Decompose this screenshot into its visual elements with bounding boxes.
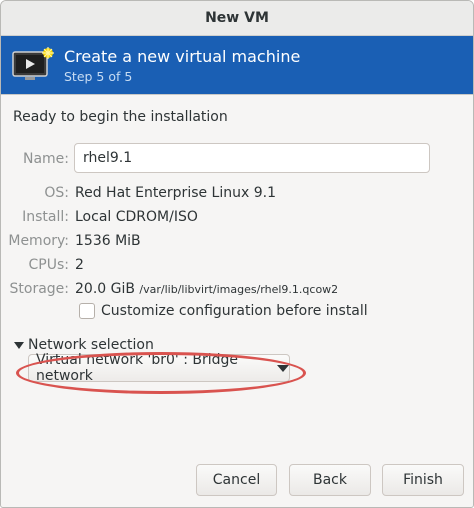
storage-label: Storage:	[9, 281, 70, 297]
os-label: OS:	[44, 185, 69, 201]
dropdown-arrow-icon[interactable]	[277, 364, 289, 372]
memory-value: 1536 MiB	[75, 233, 141, 249]
storage-size: 20.0 GiB	[75, 281, 135, 297]
memory-label: Memory:	[8, 233, 69, 249]
install-row: Install: Local CDROM/ISO	[1, 206, 473, 228]
customize-label[interactable]: Customize configuration before install	[101, 303, 368, 319]
cpus-row: CPUs: 2	[1, 254, 473, 276]
network-source-dropdown[interactable]: Virtual network 'br0' : Bridge network	[28, 352, 290, 384]
wizard-step: Step 5 of 5	[64, 68, 133, 84]
expander-arrow-icon[interactable]	[14, 341, 24, 349]
network-selection-expander[interactable]: Network selection	[14, 337, 154, 353]
name-row: Name: rhel9.1	[1, 143, 473, 173]
monitor-icon	[10, 46, 56, 84]
storage-path: /var/lib/libvirt/images/rhel9.1.qcow2	[139, 283, 339, 296]
back-button[interactable]: Back	[289, 464, 371, 496]
memory-row: Memory: 1536 MiB	[1, 230, 473, 252]
network-selection-label[interactable]: Network selection	[28, 337, 154, 353]
storage-row: Storage: 20.0 GiB /var/lib/libvirt/image…	[1, 278, 473, 301]
window-title: New VM	[205, 10, 269, 26]
cpus-label: CPUs:	[28, 257, 69, 273]
customize-checkbox[interactable]	[79, 303, 95, 319]
finish-button[interactable]: Finish	[382, 464, 464, 496]
os-row: OS: Red Hat Enterprise Linux 9.1	[1, 182, 473, 204]
name-label: Name:	[22, 151, 69, 167]
install-value: Local CDROM/ISO	[75, 209, 198, 225]
customize-checkbox-row[interactable]: Customize configuration before install	[79, 303, 368, 319]
os-value: Red Hat Enterprise Linux 9.1	[75, 185, 276, 201]
install-label: Install:	[22, 209, 69, 225]
summary-heading: Ready to begin the installation	[13, 109, 228, 125]
network-source-value[interactable]: Virtual network 'br0' : Bridge network	[36, 352, 269, 384]
storage-value: 20.0 GiB /var/lib/libvirt/images/rhel9.1…	[75, 278, 338, 301]
new-vm-dialog: New VM Create a new virtual machine Step…	[0, 0, 474, 508]
cpus-value: 2	[75, 257, 84, 273]
wizard-title: Create a new virtual machine	[64, 46, 301, 66]
name-field[interactable]: rhel9.1	[74, 143, 430, 173]
title-bar: New VM	[1, 1, 473, 36]
cancel-button[interactable]: Cancel	[196, 464, 277, 496]
wizard-header: Create a new virtual machine Step 5 of 5	[1, 36, 473, 95]
